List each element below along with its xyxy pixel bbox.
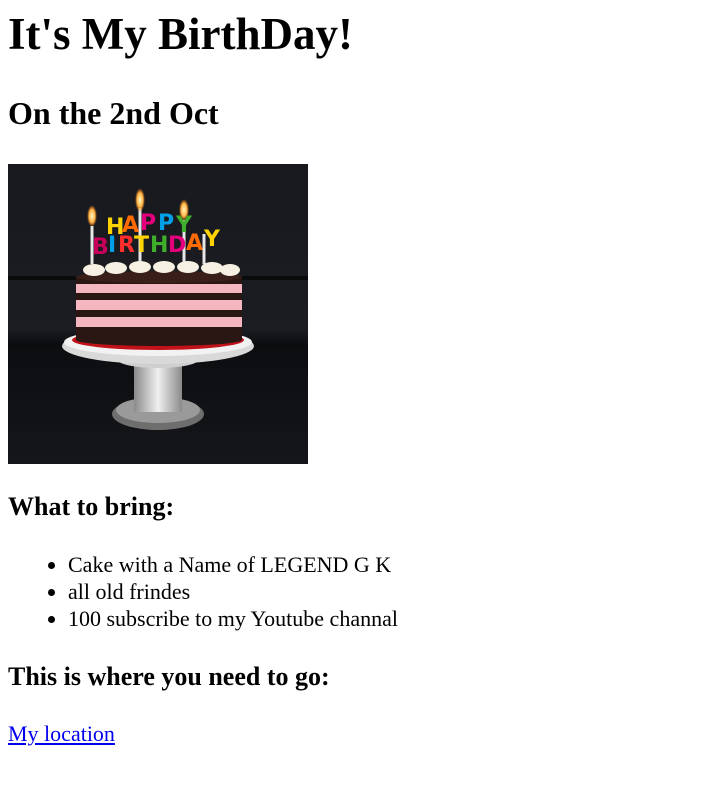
my-location-link[interactable]: My location [8,720,115,748]
list-item: Cake with a Name of LEGEND G K [68,551,398,578]
bring-list: Cake with a Name of LEGEND G K all old f… [8,551,398,632]
svg-text:D: D [168,233,186,258]
birthday-cake-image: H A P P Y B I R T H D A Y [8,164,308,464]
svg-text:H: H [150,233,168,258]
location-heading: This is where you need to go: [8,662,330,691]
svg-text:A: A [186,231,203,256]
svg-text:T: T [134,233,149,258]
svg-text:R: R [118,233,135,258]
svg-text:Y: Y [203,227,221,252]
list-item: 100 subscribe to my Youtube channal [68,605,398,632]
list-item: all old frindes [68,578,398,605]
page-title: It's My BirthDay! [8,9,353,59]
svg-text:B: B [92,235,109,260]
page-subtitle: On the 2nd Oct [8,95,219,131]
svg-text:I: I [108,233,116,258]
what-to-bring-heading: What to bring: [8,492,175,521]
